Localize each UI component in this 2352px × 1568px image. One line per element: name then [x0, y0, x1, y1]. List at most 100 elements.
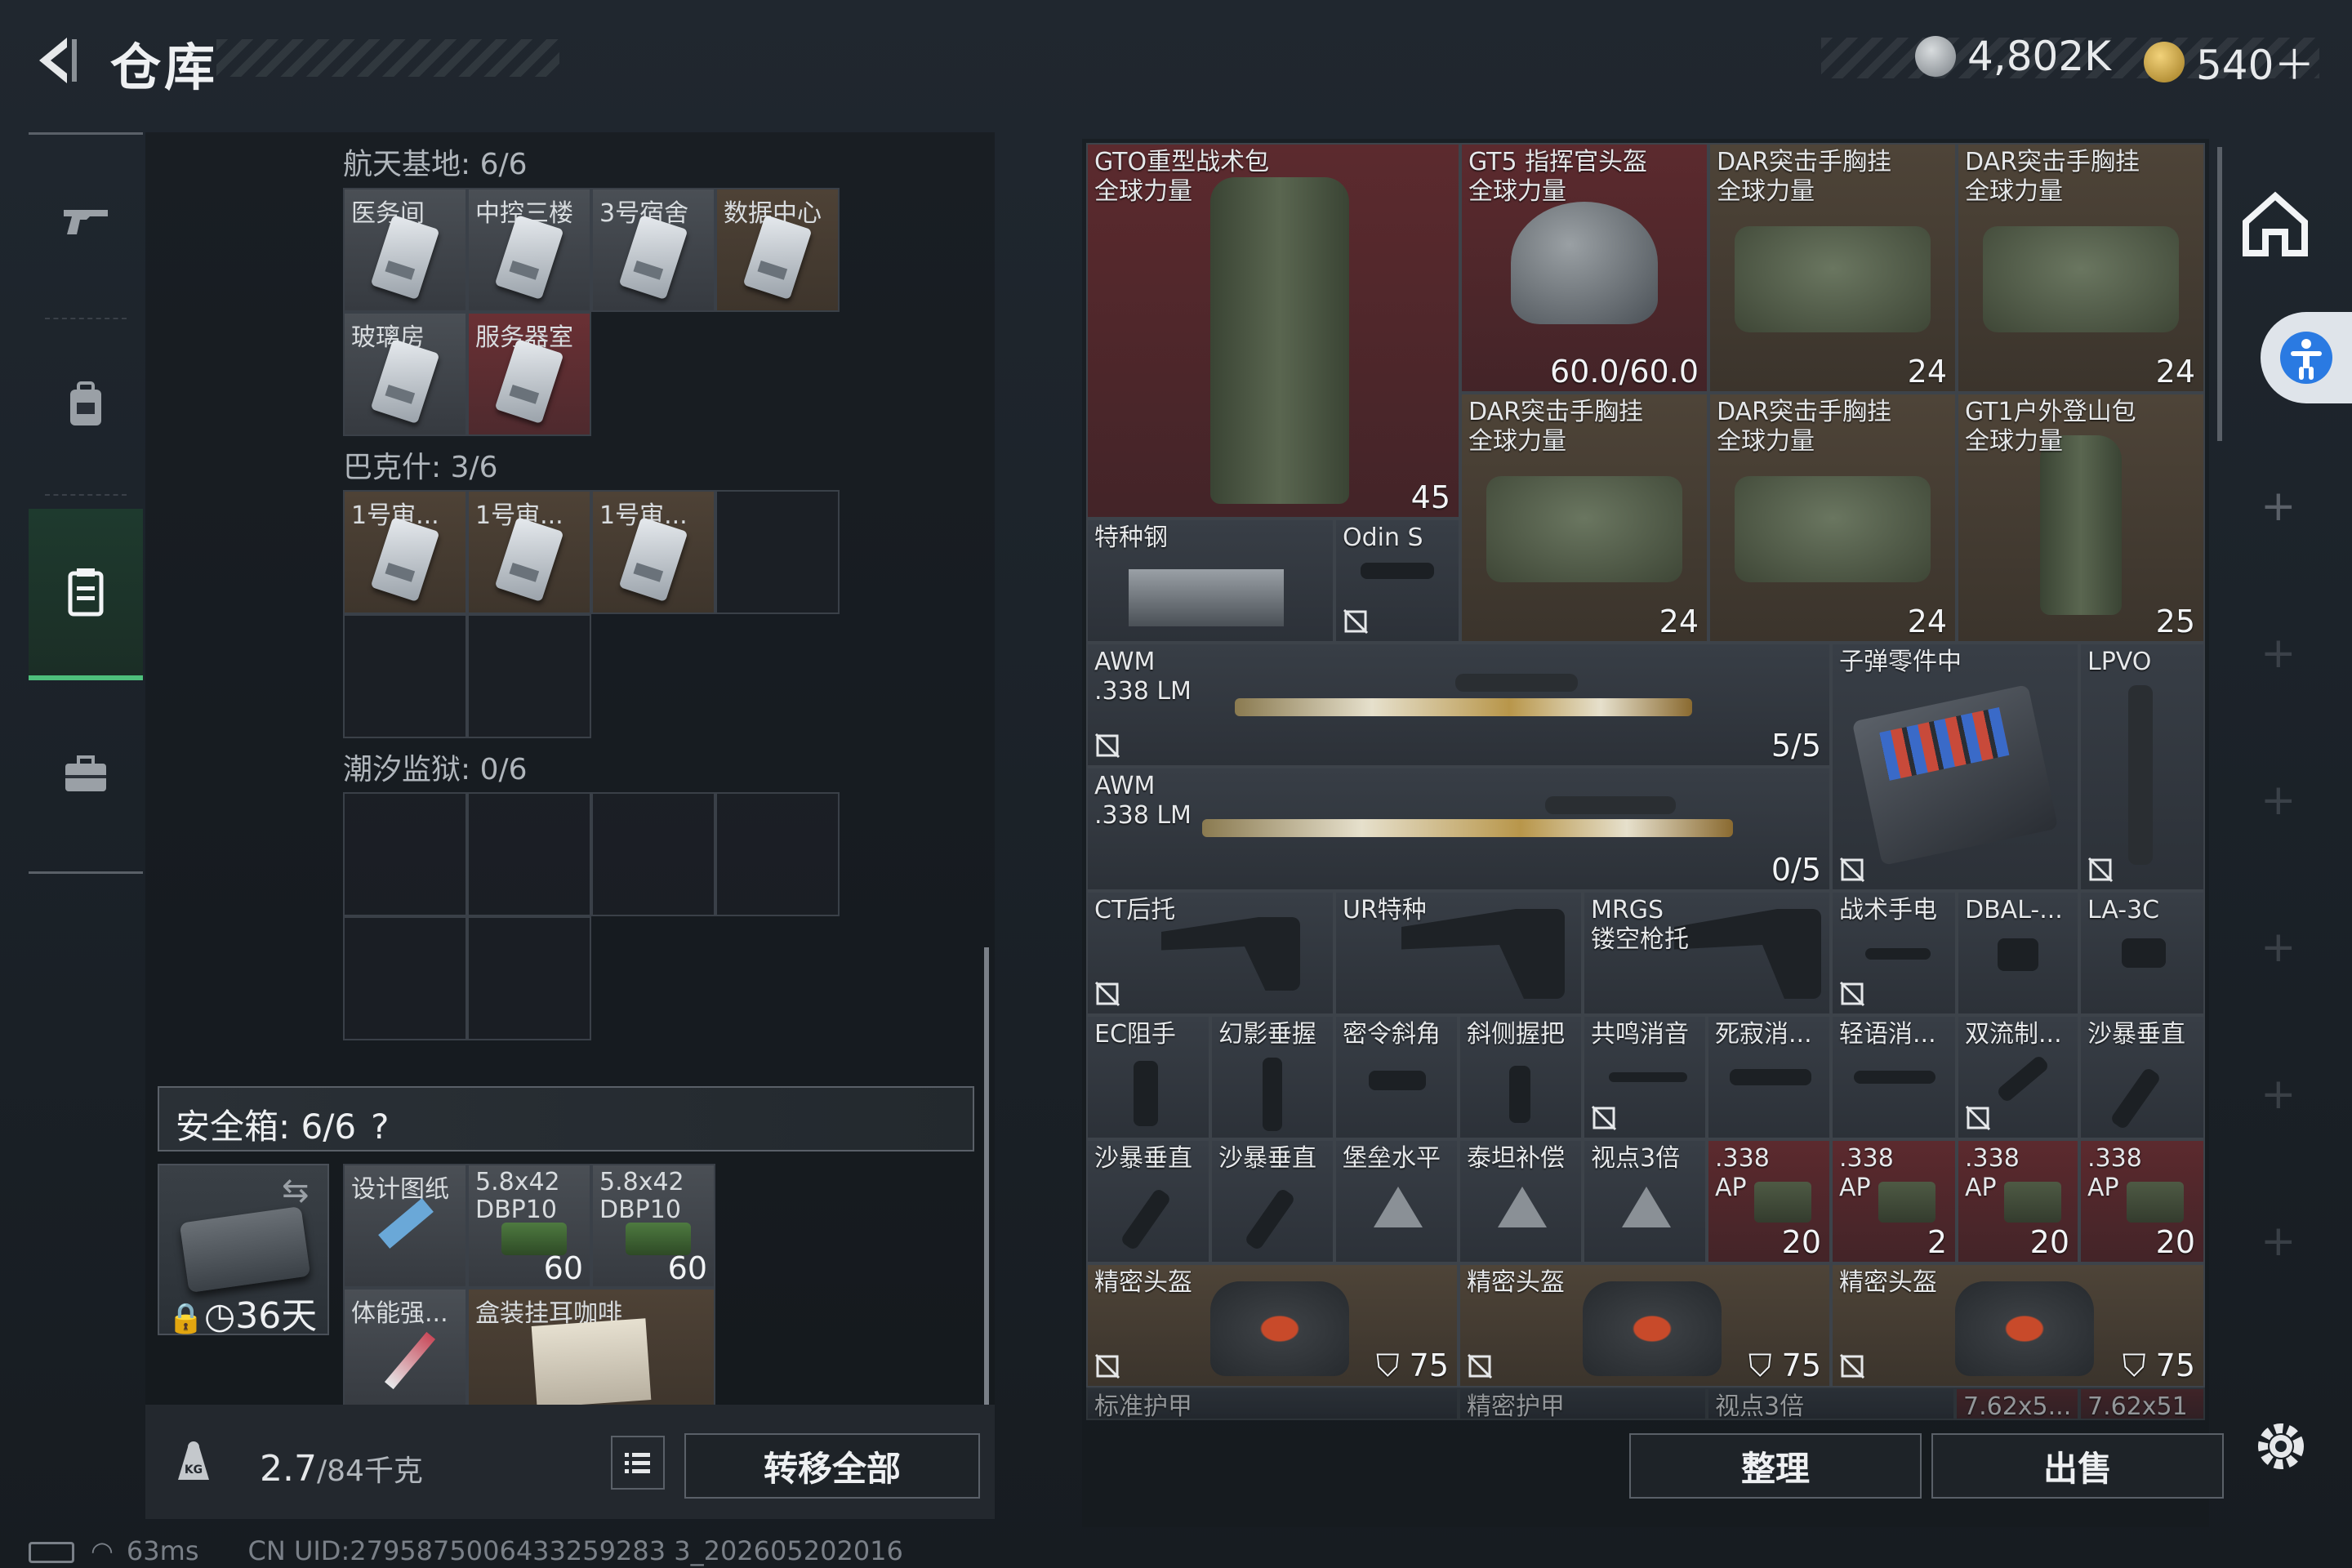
inventory-item[interactable]: GTO重型战术包 全球力量 45 [1086, 143, 1460, 519]
add-tab-button[interactable]: + [2261, 629, 2296, 678]
inventory-item[interactable]: 精密头盔 ⛉ 75 [1459, 1263, 1831, 1388]
keycard-item[interactable]: 1号审... [343, 490, 467, 614]
inventory-item[interactable]: 视点3倍 [1583, 1139, 1707, 1263]
inventory-item[interactable]: 视点3倍 [1707, 1388, 1955, 1420]
safe-item[interactable]: 盒装挂耳咖啡 [467, 1288, 715, 1412]
item-count: 75 [1409, 1348, 1449, 1383]
inventory-item[interactable]: 7.62x5... [1955, 1388, 2079, 1420]
inventory-item[interactable]: LA-3C [2079, 891, 2205, 1015]
inventory-item[interactable]: MRGS 镂空枪托 [1583, 891, 1831, 1015]
inventory-item[interactable]: .338 AP 20 [1707, 1139, 1831, 1263]
inventory-item[interactable]: 精密头盔 ⛉ 75 [1086, 1263, 1459, 1388]
empty-slot[interactable] [591, 792, 715, 916]
flashlight-image [1865, 948, 1931, 960]
inventory-item[interactable]: 沙暴垂直 [1086, 1139, 1210, 1263]
inventory-item[interactable]: 堡垒水平 [1334, 1139, 1459, 1263]
inventory-item[interactable]: AWM .338 LM 0/5 [1086, 767, 1831, 891]
keycard-item[interactable]: 医务间 [343, 188, 467, 312]
inventory-item[interactable]: 斜侧握把 [1459, 1015, 1583, 1139]
inventory-item[interactable]: LPVO [2079, 643, 2205, 891]
keycard-item[interactable]: 3号宿舍 [591, 188, 715, 312]
add-tab-button[interactable]: + [2261, 776, 2296, 825]
keycard-item[interactable]: 玻璃房 [343, 312, 467, 436]
sort-button[interactable]: 整理 [1629, 1433, 1922, 1499]
stash-scrollbar[interactable] [984, 947, 989, 1421]
inventory-item[interactable]: 战术手电 [1831, 891, 1957, 1015]
empty-slot[interactable] [343, 792, 467, 916]
inventory-item[interactable]: DAR突击手胸挂 全球力量 24 [1460, 393, 1708, 643]
keycard-item[interactable]: 数据中心 [715, 188, 840, 312]
home-button[interactable] [2238, 186, 2313, 261]
empty-slot[interactable] [715, 490, 840, 614]
settings-button[interactable] [2250, 1415, 2312, 1477]
keycard-item[interactable]: 1号审... [467, 490, 591, 614]
inventory-item[interactable]: .338 AP 2 [1831, 1139, 1957, 1263]
inventory-item[interactable]: 沙暴垂直 [2079, 1015, 2205, 1139]
add-tab-button[interactable]: + [2261, 482, 2296, 531]
empty-slot[interactable] [467, 614, 591, 738]
laser-module-image [2122, 938, 2166, 968]
empty-slot[interactable] [715, 792, 840, 916]
keycard-item[interactable]: 中控三楼 [467, 188, 591, 312]
inventory-item[interactable]: .338 AP 20 [1957, 1139, 2079, 1263]
shield-icon: ⛉ [1376, 1348, 1400, 1383]
empty-slot[interactable] [343, 614, 467, 738]
back-button[interactable] [24, 28, 90, 93]
list-view-button[interactable] [611, 1436, 665, 1490]
nav-backpack[interactable] [29, 319, 143, 491]
empty-slot[interactable] [343, 916, 467, 1040]
accessibility-button[interactable] [2261, 312, 2352, 403]
vest-image [1486, 476, 1682, 582]
sell-button[interactable]: 出售 [1931, 1433, 2224, 1499]
inventory-item[interactable]: 精密护甲 [1459, 1388, 1707, 1420]
inventory-item[interactable]: 幻影垂握 [1210, 1015, 1334, 1139]
inventory-item[interactable]: .338 AP 20 [2079, 1139, 2205, 1263]
inventory-item[interactable]: 7.62x51 [2079, 1388, 2205, 1420]
inventory-item[interactable]: 特种钢 [1086, 519, 1334, 643]
item-count: 20 [2029, 1224, 2069, 1260]
safe-item[interactable]: 5.8x42 DBP10 60 [591, 1164, 715, 1288]
inventory-item[interactable]: DBAL-... [1957, 891, 2079, 1015]
nav-storage[interactable] [29, 509, 143, 680]
help-icon[interactable]: ? [371, 1107, 389, 1147]
home-icon [2243, 191, 2308, 256]
inventory-item[interactable]: UR特种 [1334, 891, 1583, 1015]
inventory-item[interactable]: 标准护甲 [1086, 1388, 1459, 1420]
safe-item[interactable]: 5.8x42 DBP10 60 [467, 1164, 591, 1288]
safe-item[interactable]: 体能强... [343, 1288, 467, 1412]
inventory-item[interactable]: 精密头盔 ⛉ 75 [1831, 1263, 2205, 1388]
add-tab-button[interactable]: + [2261, 923, 2296, 972]
inventory-item[interactable]: 沙暴垂直 [1210, 1139, 1334, 1263]
empty-slot[interactable] [467, 792, 591, 916]
item-name: MRGS 镂空枪托 [1591, 896, 1689, 954]
swap-icon[interactable]: ⇆ [282, 1172, 310, 1209]
safe-item[interactable]: 设计图纸 [343, 1164, 467, 1288]
nav-briefcase[interactable] [29, 688, 143, 860]
inventory-item[interactable]: DAR突击手胸挂 全球力量 24 [1708, 143, 1957, 393]
inventory-item[interactable]: CT后托 [1086, 891, 1334, 1015]
empty-slot[interactable] [467, 916, 591, 1040]
add-tab-button[interactable]: + [2261, 1070, 2296, 1119]
inventory-item[interactable]: DAR突击手胸挂 全球力量 24 [1957, 143, 2205, 393]
inventory-item[interactable]: 泰坦补偿 [1459, 1139, 1583, 1263]
inventory-scrollbar[interactable] [2217, 147, 2222, 441]
keycard-item[interactable]: 服务器室 [467, 312, 591, 436]
coin-display[interactable]: 540＋ [2144, 33, 2314, 91]
inventory-item[interactable]: GT1户外登山包 全球力量 25 [1957, 393, 2205, 643]
transfer-all-button[interactable]: 转移全部 [684, 1433, 980, 1499]
inventory-item[interactable]: GT5 指挥官头盔 全球力量 60.0/60.0 [1460, 143, 1708, 393]
keycard-item[interactable]: 1号审... [591, 490, 715, 614]
inventory-item[interactable]: 死寂消... [1707, 1015, 1831, 1139]
inventory-item[interactable]: 双流制... [1957, 1015, 2079, 1139]
inventory-item[interactable]: Odin S [1334, 519, 1460, 643]
inventory-item[interactable]: 子弹零件中 [1831, 643, 2079, 891]
item-name: 泰坦补偿 [1467, 1144, 1565, 1173]
inventory-item[interactable]: 密令斜角 [1334, 1015, 1459, 1139]
inventory-item[interactable]: EC阻手 [1086, 1015, 1210, 1139]
inventory-item[interactable]: AWM .338 LM 5/5 [1086, 643, 1831, 767]
add-tab-button[interactable]: + [2261, 1217, 2296, 1266]
inventory-item[interactable]: DAR突击手胸挂 全球力量 24 [1708, 393, 1957, 643]
inventory-item[interactable]: 共鸣消音 [1583, 1015, 1707, 1139]
nav-weapons[interactable] [29, 135, 143, 306]
inventory-item[interactable]: 轻语消... [1831, 1015, 1957, 1139]
